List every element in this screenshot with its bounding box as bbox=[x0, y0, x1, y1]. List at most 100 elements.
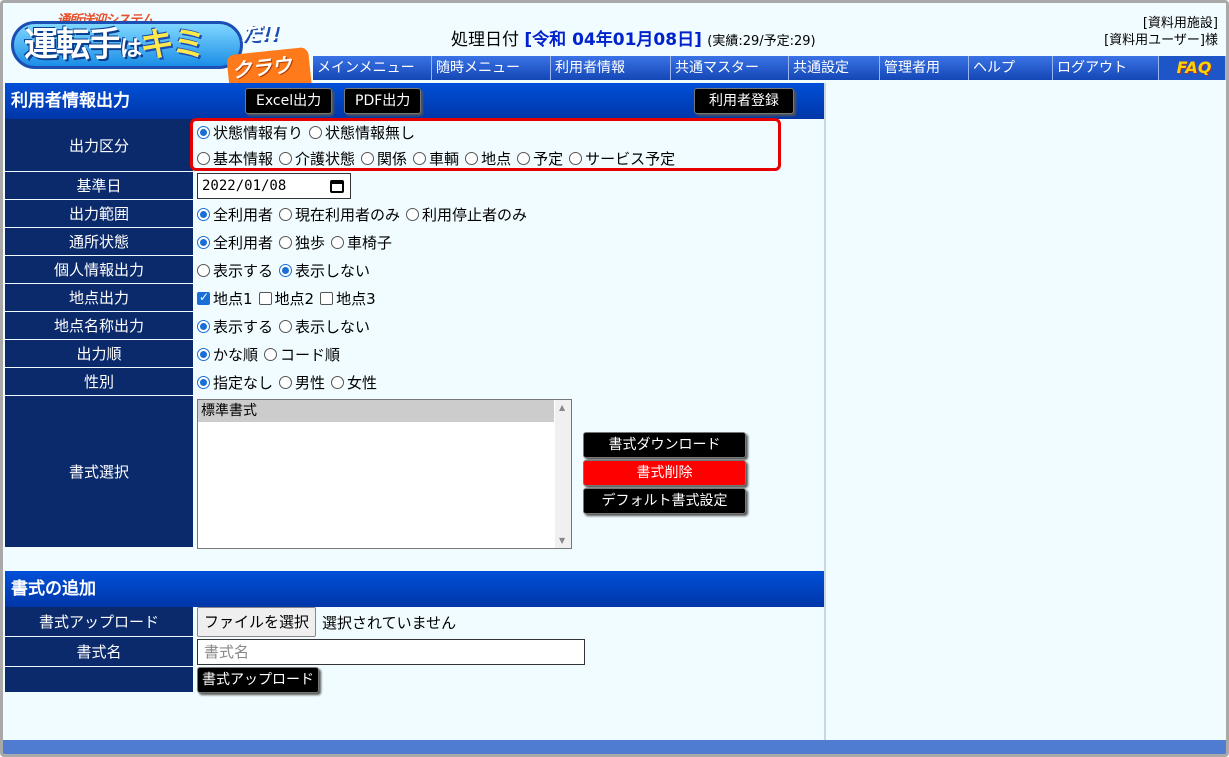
output-range-field: 全利用者 現在利用者のみ 利用停止者のみ bbox=[197, 200, 533, 228]
label-base-date: 基準日 bbox=[5, 172, 193, 200]
row-output-order: 出力順 かな順 コード順 bbox=[5, 340, 824, 368]
radio-pointname-hide[interactable]: 表示しない bbox=[279, 316, 370, 337]
default-format-button[interactable]: デフォルト書式設定 bbox=[583, 488, 746, 514]
app-logo[interactable]: 通所送迎システム 運転手はキミ だ!! クラウド bbox=[11, 7, 314, 114]
format-delete-button[interactable]: 書式削除 bbox=[583, 460, 746, 486]
option-label: 男性 bbox=[295, 373, 326, 392]
checkbox-point1[interactable]: 地点1 bbox=[197, 288, 253, 309]
radio-order-code[interactable]: コード順 bbox=[264, 344, 340, 365]
label-format-name: 書式名 bbox=[5, 637, 193, 667]
radio-indicator[interactable] bbox=[197, 207, 210, 221]
radio-indicator[interactable] bbox=[197, 347, 210, 361]
processing-date: 処理日付 [令和 04年01月08日] (実績:29/予定:29) bbox=[451, 25, 816, 50]
base-date-input[interactable]: 2022/01/08 bbox=[197, 173, 351, 199]
logo-main: 運転手はキミ bbox=[11, 21, 243, 69]
checkbox-point2[interactable]: 地点2 bbox=[258, 288, 314, 309]
radio-indicator[interactable] bbox=[279, 319, 293, 333]
option-label: 表示しない bbox=[295, 317, 371, 336]
option-label: 全利用者 bbox=[213, 233, 274, 252]
radio-indicator[interactable] bbox=[279, 207, 293, 221]
radio-indicator[interactable] bbox=[406, 207, 420, 221]
label-format-upload: 書式アップロード bbox=[5, 607, 193, 637]
file-status: 選択されていません bbox=[322, 613, 457, 632]
radio-commute-all[interactable]: 全利用者 bbox=[197, 232, 273, 253]
radio-range-current[interactable]: 現在利用者のみ bbox=[279, 204, 400, 225]
nav-logout[interactable]: ログアウト bbox=[1053, 56, 1159, 80]
personal-info-field: 表示する 表示しない bbox=[197, 256, 376, 284]
commute-status-field: 全利用者 独歩 車椅子 bbox=[197, 228, 398, 256]
pdf-export-button[interactable]: PDF出力 bbox=[344, 88, 422, 114]
nav-common-master[interactable]: 共通マスター bbox=[671, 56, 789, 80]
base-date-field: 2022/01/08 bbox=[197, 172, 351, 200]
excel-export-button[interactable]: Excel出力 bbox=[245, 88, 333, 114]
radio-indicator[interactable] bbox=[197, 235, 210, 249]
output-order-field: かな順 コード順 bbox=[197, 340, 346, 368]
radio-order-kana[interactable]: かな順 bbox=[197, 344, 258, 365]
scroll-up-icon[interactable]: ▲ bbox=[559, 403, 565, 412]
radio-indicator[interactable] bbox=[279, 375, 293, 389]
radio-indicator[interactable] bbox=[264, 347, 278, 361]
option-label: 利用停止者のみ bbox=[422, 205, 528, 224]
row-commute-status: 通所状態 全利用者 独歩 車椅子 bbox=[5, 228, 824, 256]
radio-range-all[interactable]: 全利用者 bbox=[197, 204, 273, 225]
row-format-name: 書式名 書式名 bbox=[5, 637, 824, 667]
radio-indicator[interactable] bbox=[331, 375, 345, 389]
format-download-button[interactable]: 書式ダウンロード bbox=[583, 432, 746, 458]
label-point-output: 地点出力 bbox=[5, 284, 193, 312]
checkbox-indicator[interactable] bbox=[197, 290, 210, 305]
option-label: コード順 bbox=[280, 345, 341, 364]
nav-help[interactable]: ヘルプ bbox=[969, 56, 1053, 80]
main-nav: メインメニュー 随時メニュー 利用者情報 共通マスター 共通設定 管理者用 ヘル… bbox=[313, 56, 1226, 80]
radio-range-stopped[interactable]: 利用停止者のみ bbox=[406, 204, 527, 225]
radio-indicator[interactable] bbox=[197, 319, 210, 333]
processing-date-value: [令和 04年01月08日] bbox=[524, 30, 702, 50]
user-register-button[interactable]: 利用者登録 bbox=[694, 88, 794, 114]
nav-adhoc-menu[interactable]: 随時メニュー bbox=[432, 56, 551, 80]
radio-indicator[interactable] bbox=[279, 235, 293, 249]
option-label: かな順 bbox=[213, 345, 259, 364]
section-title: 利用者情報出力 bbox=[11, 91, 130, 111]
radio-gender-female[interactable]: 女性 bbox=[331, 372, 377, 393]
option-label: 女性 bbox=[347, 373, 378, 392]
main-panel: 利用者情報出力 Excel出力 PDF出力 利用者登録 出力区分 状態情報有り … bbox=[3, 83, 824, 742]
format-upload-button[interactable]: 書式アップロード bbox=[197, 667, 319, 693]
radio-commute-walk[interactable]: 独歩 bbox=[279, 232, 325, 253]
radio-pointname-show[interactable]: 表示する bbox=[197, 316, 273, 337]
radio-gender-male[interactable]: 男性 bbox=[279, 372, 325, 393]
scroll-down-icon[interactable]: ▼ bbox=[559, 536, 565, 545]
radio-personal-show[interactable]: 表示する bbox=[197, 260, 273, 281]
radio-personal-hide[interactable]: 表示しない bbox=[279, 260, 370, 281]
nav-admin[interactable]: 管理者用 bbox=[880, 56, 969, 80]
option-label: 指定なし bbox=[213, 373, 274, 392]
radio-commute-wheelchair[interactable]: 車椅子 bbox=[331, 232, 392, 253]
nav-common-settings[interactable]: 共通設定 bbox=[789, 56, 880, 80]
radio-indicator[interactable] bbox=[197, 263, 210, 277]
format-name-input[interactable]: 書式名 bbox=[197, 639, 585, 665]
calendar-icon[interactable] bbox=[330, 179, 344, 193]
row-personal-info: 個人情報出力 表示する 表示しない bbox=[5, 256, 824, 284]
gender-field: 指定なし 男性 女性 bbox=[197, 368, 383, 396]
format-listbox[interactable]: 標準書式 ▲ ▼ bbox=[197, 399, 572, 549]
label-point-name-output: 地点名称出力 bbox=[5, 312, 193, 340]
option-label: 表示する bbox=[213, 261, 274, 280]
radio-indicator[interactable] bbox=[331, 235, 345, 249]
faq-button[interactable]: FAQ bbox=[1159, 56, 1226, 80]
facility-name: [資料用施設] bbox=[1142, 16, 1218, 31]
radio-gender-any[interactable]: 指定なし bbox=[197, 372, 273, 393]
radio-indicator[interactable] bbox=[279, 263, 293, 277]
checkbox-point3[interactable]: 地点3 bbox=[320, 288, 376, 309]
label-personal-info: 個人情報出力 bbox=[5, 256, 193, 284]
radio-indicator[interactable] bbox=[197, 375, 210, 389]
row-base-date: 基準日 2022/01/08 bbox=[5, 172, 824, 200]
row-format-upload: 書式アップロード ファイルを選択 選択されていません bbox=[5, 607, 824, 637]
nav-user-info[interactable]: 利用者情報 bbox=[551, 56, 671, 80]
format-list-item[interactable]: 標準書式 bbox=[198, 400, 554, 422]
row-point-output: 地点出力 地点1 地点2 地点3 bbox=[5, 284, 824, 312]
listbox-scrollbar[interactable]: ▲ ▼ bbox=[555, 400, 571, 548]
checkbox-indicator[interactable] bbox=[320, 291, 334, 305]
option-label: 地点1 bbox=[213, 289, 253, 308]
facility-info: [資料用施設] [資料用ユーザー]様 bbox=[1104, 15, 1218, 49]
nav-main-menu[interactable]: メインメニュー bbox=[313, 56, 432, 80]
choose-file-button[interactable]: ファイルを選択 bbox=[197, 607, 317, 637]
checkbox-indicator[interactable] bbox=[258, 291, 272, 305]
